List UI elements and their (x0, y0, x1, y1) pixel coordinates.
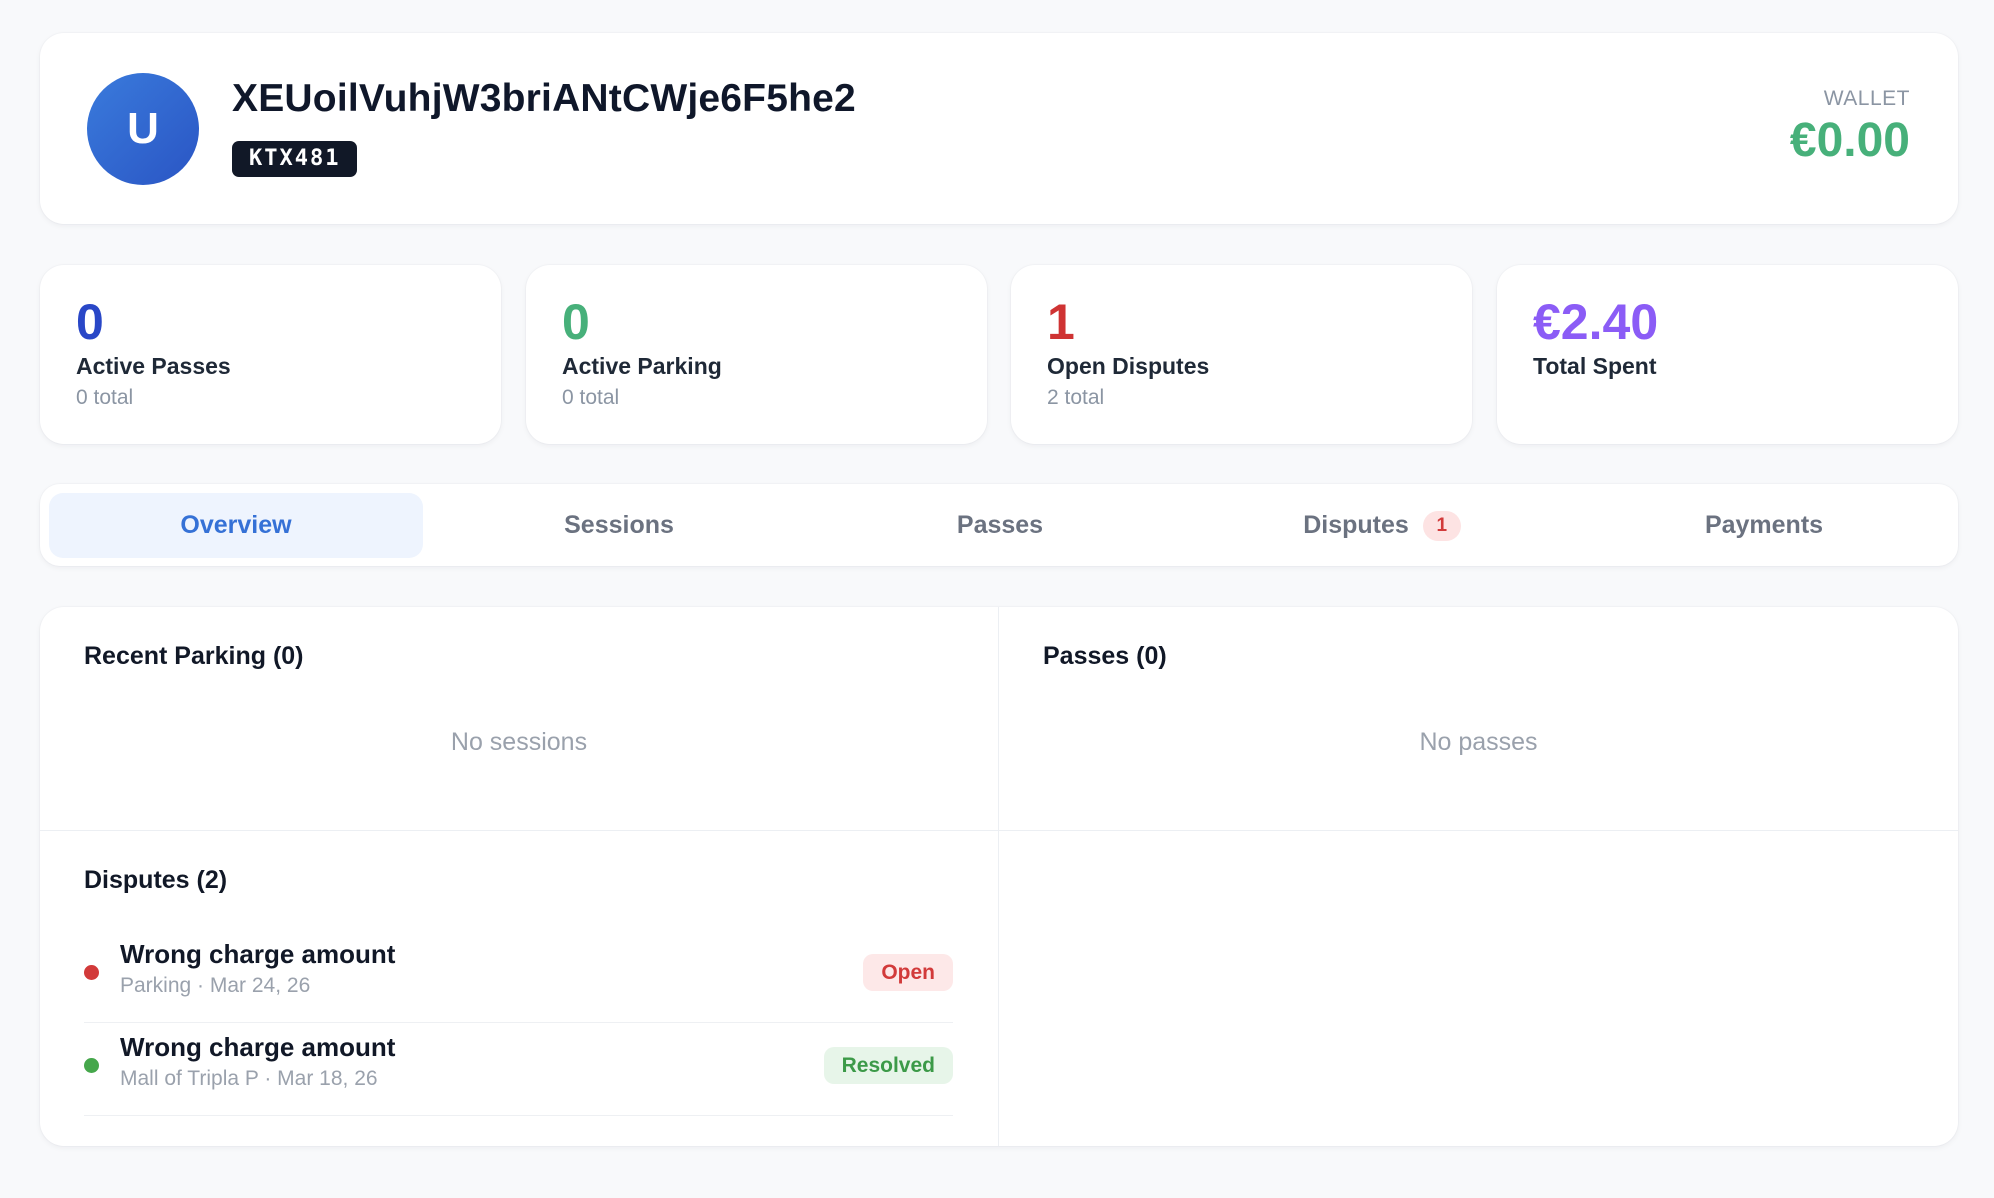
recent-parking-title: Recent Parking (0) (84, 642, 304, 670)
dispute-meta: Mall of Tripla P · Mar 18, 26 (120, 1067, 378, 1090)
passes-title: Passes (0) (1043, 642, 1167, 670)
stat-card-open-disputes: 1 Open Disputes 2 total (1011, 265, 1472, 444)
tab-passes[interactable]: Passes (813, 493, 1187, 558)
stat-label: Open Disputes (1047, 353, 1210, 379)
stat-subtext: 0 total (76, 386, 134, 409)
wallet-label: WALLET (1823, 87, 1910, 110)
tab-label: Passes (956, 511, 1044, 539)
stat-label: Active Parking (562, 353, 722, 379)
status-dot (84, 1058, 99, 1073)
no-sessions-text: No sessions (450, 728, 588, 756)
stat-card-active-parking: 0 Active Parking 0 total (526, 265, 987, 444)
stat-subtext: 2 total (1047, 386, 1105, 409)
user-name: XEUoilVuhjW3briANtCWje6F5he2 (232, 77, 856, 120)
stat-card-total-spent: €2.40 Total Spent (1497, 265, 1958, 444)
disputes-title: Disputes (2) (84, 866, 228, 894)
dispute-meta: Parking · Mar 24, 26 (120, 974, 311, 997)
status-dot (84, 965, 99, 980)
dispute-title: Wrong charge amount (120, 1032, 396, 1062)
stat-label: Total Spent (1533, 353, 1657, 379)
stat-value: €2.40 (1533, 294, 1659, 350)
stat-value: 1 (1047, 294, 1075, 350)
tab-sessions[interactable]: Sessions (432, 493, 806, 558)
tab-label: Payments (1704, 511, 1824, 539)
stat-value: 0 (562, 294, 590, 350)
stat-subtext: 0 total (562, 386, 620, 409)
tab-label: Overview (180, 511, 292, 539)
stat-card-active-passes: 0 Active Passes 0 total (40, 265, 501, 444)
dispute-row[interactable]: Wrong charge amount Parking · Mar 24, 26… (84, 929, 953, 1023)
license-plate-badge: KTX481 (232, 141, 358, 177)
tab-overview[interactable]: Overview (49, 493, 423, 558)
avatar: U (87, 73, 199, 185)
wallet-balance: €0.00 (1789, 114, 1910, 167)
status-badge-resolved: Resolved (823, 1047, 953, 1084)
tab-payments[interactable]: Payments (1577, 493, 1951, 558)
tab-bar: Overview Sessions Passes Disputes 1 Paym… (40, 484, 1958, 566)
no-passes-text: No passes (1419, 728, 1538, 756)
tab-label: Sessions (564, 511, 674, 539)
overview-panel: Recent Parking (0) No sessions Passes (0… (40, 607, 1958, 1146)
stat-label: Active Passes (76, 353, 231, 379)
dispute-title: Wrong charge amount (120, 939, 396, 969)
disputes-count-badge: 1 (1422, 510, 1461, 541)
tab-disputes[interactable]: Disputes 1 (1195, 493, 1569, 558)
row-divider (40, 830, 1958, 831)
tab-label: Disputes (1303, 511, 1409, 539)
status-badge-open: Open (863, 954, 953, 991)
dispute-row[interactable]: Wrong charge amount Mall of Tripla P · M… (84, 1022, 953, 1116)
column-divider (998, 607, 999, 1146)
user-header-card: U XEUoilVuhjW3briANtCWje6F5he2 KTX481 WA… (40, 33, 1958, 224)
stat-value: 0 (76, 294, 104, 350)
